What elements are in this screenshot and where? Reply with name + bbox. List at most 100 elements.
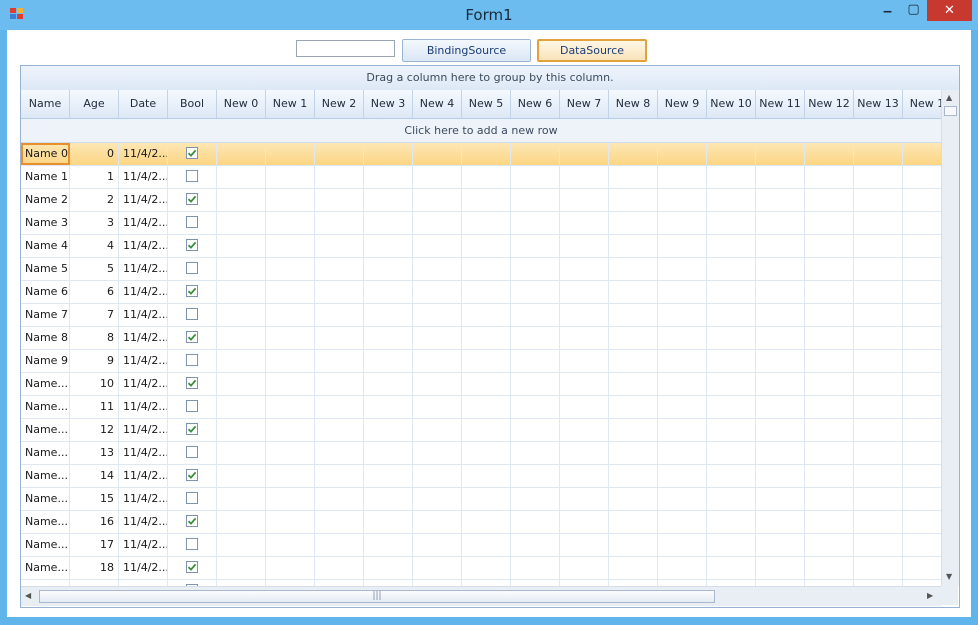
empty-cell[interactable] (707, 557, 756, 579)
name-cell[interactable]: Name 3 (21, 212, 70, 234)
empty-cell[interactable] (707, 465, 756, 487)
name-cell[interactable]: Name 0 (21, 143, 70, 165)
empty-cell[interactable] (805, 511, 854, 533)
empty-cell[interactable] (511, 350, 560, 372)
empty-cell[interactable] (413, 511, 462, 533)
bool-cell[interactable] (168, 419, 217, 441)
empty-cell[interactable] (217, 304, 266, 326)
empty-cell[interactable] (903, 143, 941, 165)
empty-cell[interactable] (707, 166, 756, 188)
empty-cell[interactable] (903, 373, 941, 395)
age-cell[interactable]: 8 (70, 327, 119, 349)
name-cell[interactable]: Name... (21, 557, 70, 579)
table-row[interactable]: Name 7 7 11/4/2... (21, 304, 941, 327)
empty-cell[interactable] (805, 396, 854, 418)
empty-cell[interactable] (217, 143, 266, 165)
vertical-scrollbar[interactable]: ▲ ▼ (941, 90, 959, 586)
empty-cell[interactable] (805, 258, 854, 280)
empty-cell[interactable] (462, 557, 511, 579)
empty-cell[interactable] (266, 304, 315, 326)
table-row[interactable]: Name 0 0 11/4/2... (21, 143, 941, 166)
empty-cell[interactable] (413, 557, 462, 579)
empty-cell[interactable] (609, 235, 658, 257)
empty-cell[interactable] (707, 143, 756, 165)
empty-cell[interactable] (364, 281, 413, 303)
empty-cell[interactable] (756, 235, 805, 257)
empty-cell[interactable] (511, 166, 560, 188)
empty-cell[interactable] (266, 258, 315, 280)
empty-cell[interactable] (903, 465, 941, 487)
empty-cell[interactable] (609, 396, 658, 418)
name-cell[interactable]: Name 1 (21, 166, 70, 188)
table-row[interactable]: Name... 11 11/4/2... (21, 396, 941, 419)
empty-cell[interactable] (609, 373, 658, 395)
empty-cell[interactable] (266, 373, 315, 395)
column-header[interactable]: Date (119, 90, 168, 118)
column-header[interactable]: New 6 (511, 90, 560, 118)
empty-cell[interactable] (854, 488, 903, 510)
table-row[interactable]: Name 9 9 11/4/2... (21, 350, 941, 373)
column-header[interactable]: New 3 (364, 90, 413, 118)
table-row[interactable]: Name... 15 11/4/2... (21, 488, 941, 511)
empty-cell[interactable] (707, 304, 756, 326)
empty-cell[interactable] (707, 212, 756, 234)
empty-cell[interactable] (854, 373, 903, 395)
empty-cell[interactable] (413, 465, 462, 487)
empty-cell[interactable] (903, 488, 941, 510)
empty-cell[interactable] (903, 419, 941, 441)
empty-cell[interactable] (854, 166, 903, 188)
empty-cell[interactable] (854, 304, 903, 326)
empty-cell[interactable] (315, 327, 364, 349)
empty-cell[interactable] (413, 166, 462, 188)
empty-cell[interactable] (266, 143, 315, 165)
empty-cell[interactable] (217, 557, 266, 579)
empty-cell[interactable] (658, 212, 707, 234)
empty-cell[interactable] (756, 281, 805, 303)
empty-cell[interactable] (217, 258, 266, 280)
age-cell[interactable]: 0 (70, 143, 119, 165)
empty-cell[interactable] (217, 281, 266, 303)
checked-checkbox[interactable] (186, 147, 198, 159)
empty-cell[interactable] (364, 304, 413, 326)
unchecked-checkbox[interactable] (186, 538, 198, 550)
empty-cell[interactable] (707, 189, 756, 211)
date-cell[interactable]: 11/4/2... (119, 465, 168, 487)
empty-cell[interactable] (217, 488, 266, 510)
empty-cell[interactable] (560, 419, 609, 441)
empty-cell[interactable] (658, 166, 707, 188)
bool-cell[interactable] (168, 488, 217, 510)
empty-cell[interactable] (903, 281, 941, 303)
name-cell[interactable]: Name... (21, 396, 70, 418)
checked-checkbox[interactable] (186, 561, 198, 573)
empty-cell[interactable] (462, 212, 511, 234)
new-row[interactable]: Click here to add a new row (21, 119, 941, 143)
empty-cell[interactable] (560, 373, 609, 395)
empty-cell[interactable] (511, 258, 560, 280)
empty-cell[interactable] (364, 557, 413, 579)
empty-cell[interactable] (462, 511, 511, 533)
empty-cell[interactable] (707, 235, 756, 257)
age-cell[interactable]: 2 (70, 189, 119, 211)
date-cell[interactable]: 11/4/2... (119, 488, 168, 510)
empty-cell[interactable] (511, 511, 560, 533)
column-header[interactable]: New 10 (707, 90, 756, 118)
name-cell[interactable]: Name... (21, 419, 70, 441)
empty-cell[interactable] (903, 304, 941, 326)
empty-cell[interactable] (315, 350, 364, 372)
age-cell[interactable]: 9 (70, 350, 119, 372)
empty-cell[interactable] (903, 166, 941, 188)
empty-cell[interactable] (413, 143, 462, 165)
empty-cell[interactable] (315, 212, 364, 234)
name-cell[interactable]: Name 4 (21, 235, 70, 257)
empty-cell[interactable] (413, 534, 462, 556)
empty-cell[interactable] (903, 511, 941, 533)
empty-cell[interactable] (511, 442, 560, 464)
empty-cell[interactable] (609, 281, 658, 303)
empty-cell[interactable] (560, 235, 609, 257)
empty-cell[interactable] (511, 557, 560, 579)
empty-cell[interactable] (413, 396, 462, 418)
empty-cell[interactable] (560, 557, 609, 579)
age-cell[interactable]: 13 (70, 442, 119, 464)
empty-cell[interactable] (854, 212, 903, 234)
date-cell[interactable]: 11/4/2... (119, 396, 168, 418)
